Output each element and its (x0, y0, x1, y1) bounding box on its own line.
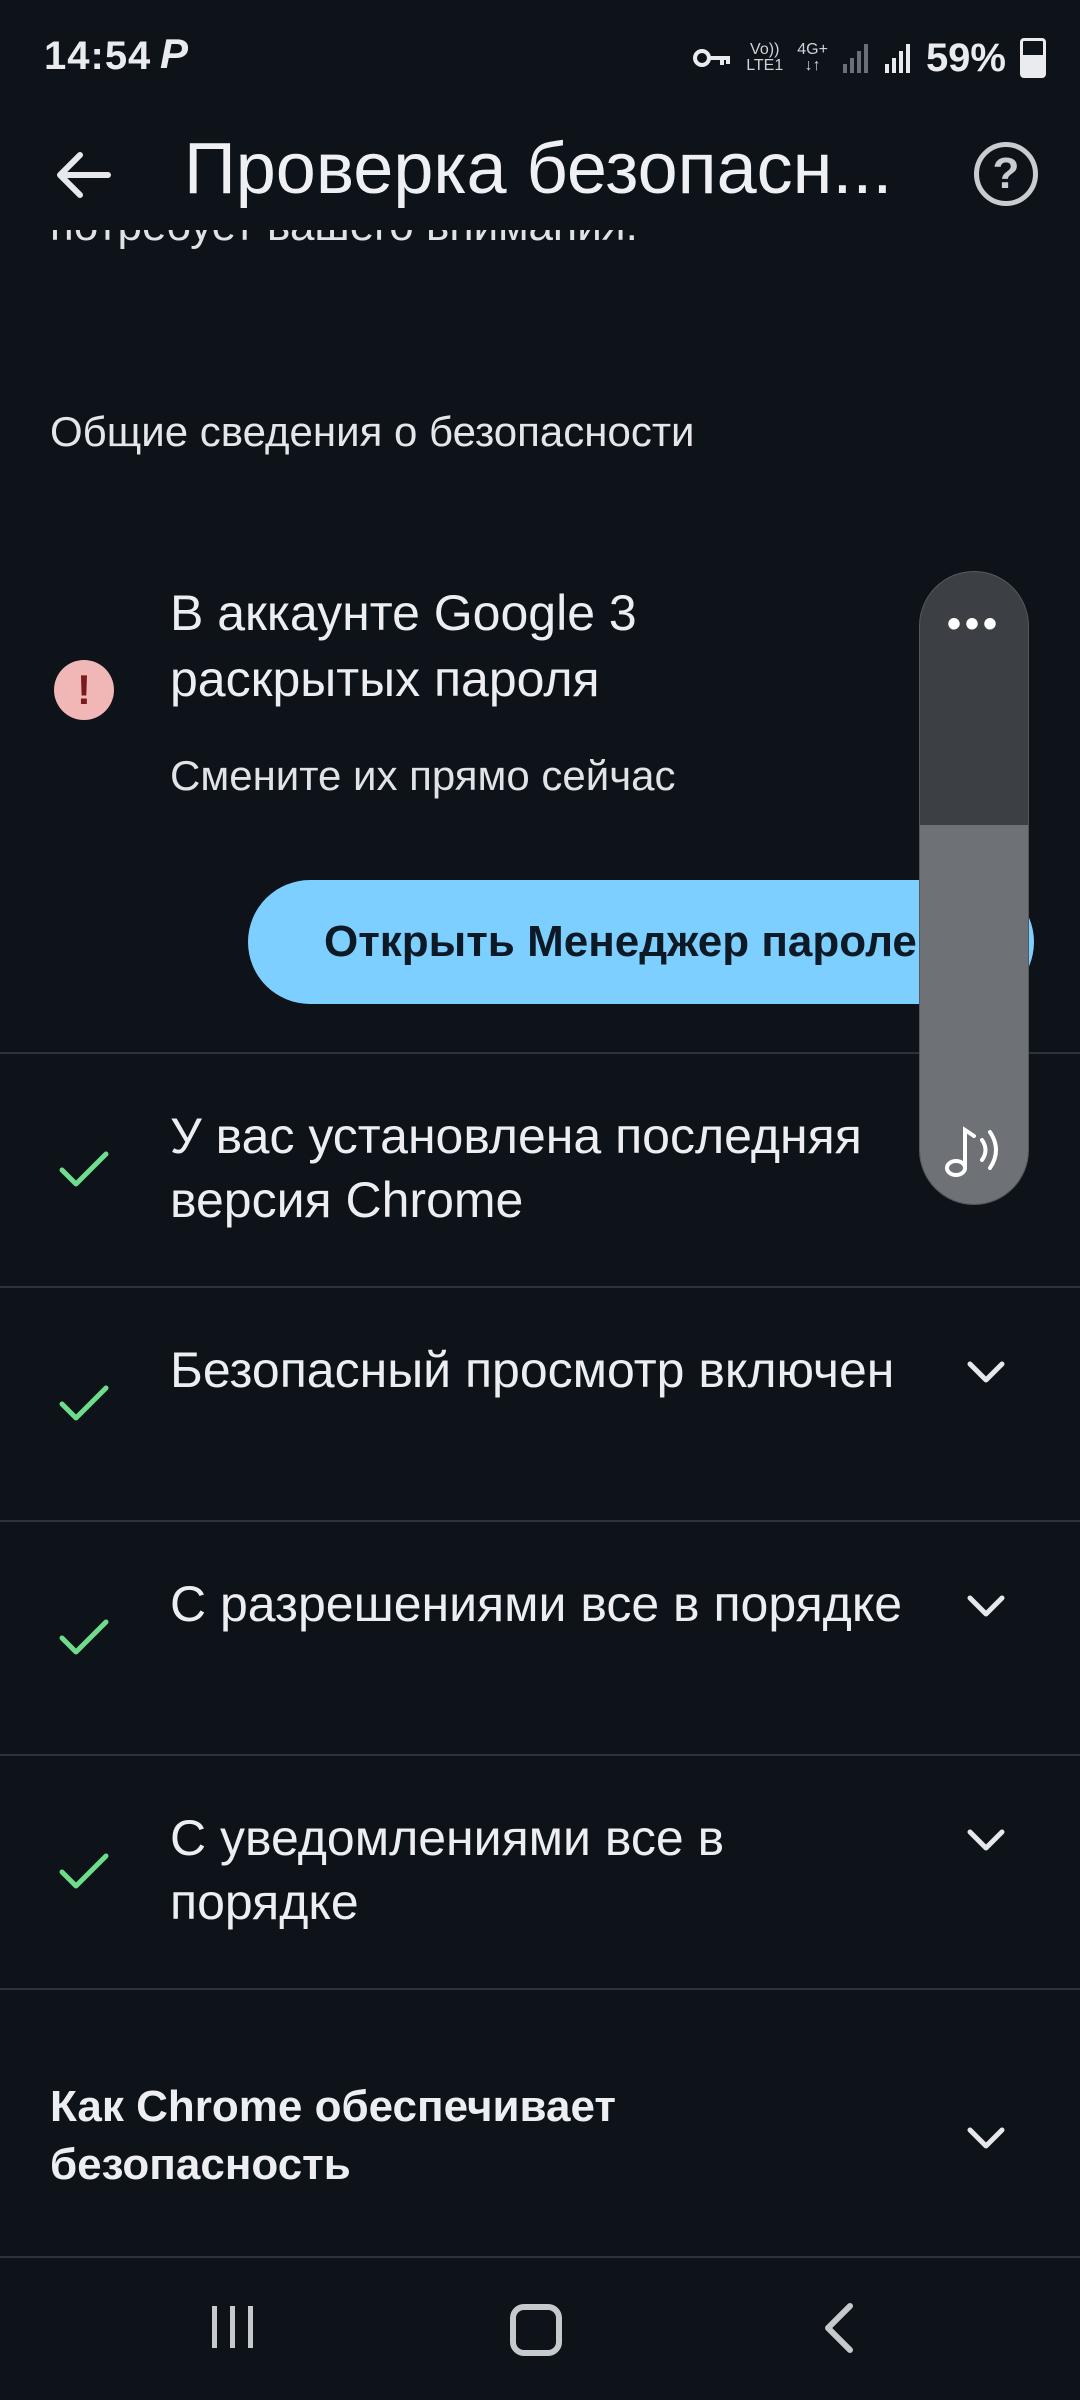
battery-percent: 59% (925, 35, 1006, 80)
exclamation-icon: ! (54, 660, 114, 720)
password-warning-title: В аккаунте Google 3 раскрытых пароля (170, 585, 637, 707)
how-chrome-keeps-safe[interactable]: Как Chrome обеспечивает безопасность (50, 2078, 750, 2194)
status-time: 14:54 (44, 34, 152, 78)
back-icon[interactable] (818, 2300, 858, 2356)
battery-icon (1020, 38, 1046, 78)
divider (0, 1520, 1080, 1522)
recents-icon[interactable] (210, 2304, 256, 2350)
check-row-chrome-version: У вас установлена последняя версия Chrom… (170, 1108, 862, 1228)
check-icon (59, 1151, 109, 1187)
signal-icon (884, 44, 910, 73)
chevron-down-icon[interactable] (964, 1358, 1008, 1386)
chevron-down-icon[interactable] (964, 2124, 1008, 2152)
status-icons: Vo)) LTE1 4G+ ↓↑ 59% (692, 28, 1046, 88)
more-options-icon[interactable]: ••• (920, 602, 1028, 647)
check-row-notifications[interactable]: С уведомлениями все в порядке (170, 1806, 910, 1934)
carrier-app-icon: P (160, 30, 189, 77)
status-bar: 14:54 P Vo)) LTE1 4G+ ↓↑ 59% (0, 0, 1080, 120)
chevron-down-icon[interactable] (964, 1826, 1008, 1854)
check-icon (59, 1619, 109, 1655)
check-icon (59, 1853, 109, 1889)
check-row-permissions[interactable]: С разрешениями все в порядке (170, 1572, 910, 1636)
navigation-bar (0, 2260, 1080, 2400)
section-header: Общие сведения о безопасности (50, 408, 695, 455)
home-icon[interactable] (510, 2304, 562, 2356)
divider (0, 1286, 1080, 1288)
divider (0, 1754, 1080, 1756)
page-title: Проверка безопасн... (184, 129, 893, 209)
divider (0, 2256, 1080, 2258)
app-bar: Проверка безопасн... ? (0, 120, 1080, 230)
chevron-down-icon[interactable] (964, 1592, 1008, 1620)
signal-icon (842, 44, 868, 73)
volume-slider[interactable]: ••• (920, 572, 1028, 1204)
music-volume-icon (945, 1126, 998, 1177)
divider (0, 1052, 1080, 1054)
check-row-safe-browsing[interactable]: Безопасный просмотр включен (170, 1338, 910, 1402)
key-icon (693, 49, 731, 67)
divider (0, 1988, 1080, 1990)
check-icon (59, 1385, 109, 1421)
password-warning-subtitle: Смените их прямо сейчас (170, 752, 676, 799)
open-password-manager-button[interactable]: Открыть Менеджер паролей (248, 880, 1034, 1004)
network-type-icon: 4G+ ↓↑ (797, 41, 828, 74)
volte-icon: Vo)) LTE1 (746, 41, 784, 74)
back-arrow-icon[interactable] (48, 140, 118, 210)
cut-off-text: потребует вашего внимания. (50, 226, 638, 270)
help-icon[interactable]: ? (974, 142, 1038, 206)
